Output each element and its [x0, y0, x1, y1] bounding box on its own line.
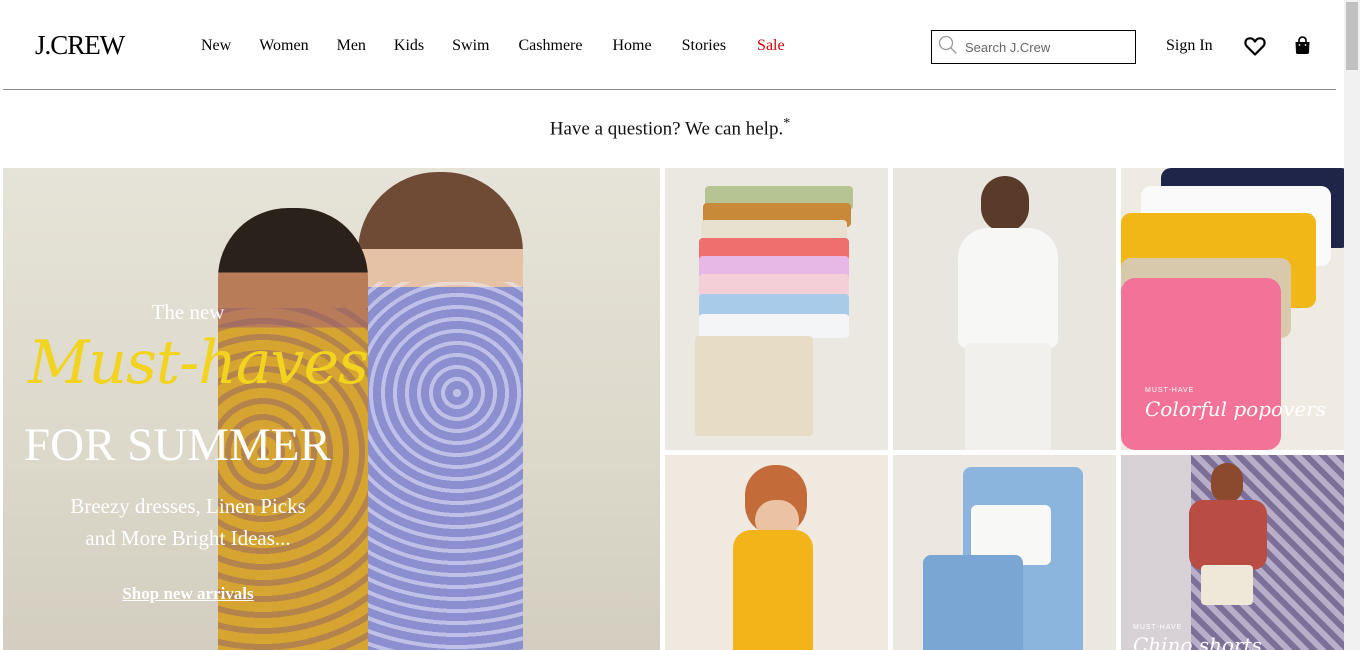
sign-in-link[interactable]: Sign In	[1166, 37, 1213, 55]
hero-subtitle-line2: and More Bright Ideas...	[85, 526, 291, 550]
shorts-white	[699, 314, 849, 338]
header-divider	[3, 89, 1336, 90]
tile-chino-shorts[interactable]: MUST-HAVE Chino shorts	[1121, 455, 1344, 650]
main-nav: New Women Men Kids Swim Cashmere Home St…	[201, 37, 785, 55]
help-text: Have a question? We can help.	[549, 118, 784, 140]
hero-subtitle: Breezy dresses, Linen Picks and More Bri…	[3, 490, 373, 554]
search-box[interactable]	[931, 30, 1136, 64]
chino-shorts-garment	[1201, 565, 1253, 605]
shorts-khaki	[695, 336, 813, 436]
nav-item-women[interactable]: Women	[259, 37, 308, 55]
model-head	[1211, 463, 1243, 503]
hero-model-blue-dress	[358, 172, 523, 650]
denim-folded	[923, 555, 1023, 650]
scrollbar-thumb[interactable]	[1346, 2, 1358, 70]
site-header: J.CREW New Women Men Kids Swim Cashmere …	[0, 0, 1344, 90]
white-trousers	[965, 343, 1051, 450]
hero-banner[interactable]: The new Must-haves FOR SUMMER Breezy dre…	[3, 168, 660, 650]
hero-kicker: The new	[151, 300, 225, 324]
chino-title: Chino shorts	[1133, 633, 1262, 650]
tile-denim[interactable]	[893, 455, 1116, 650]
pink-top	[1121, 278, 1281, 450]
bag-icon[interactable]	[1294, 36, 1311, 55]
nav-item-sale[interactable]: Sale	[757, 37, 785, 55]
logo[interactable]: J.CREW	[35, 30, 125, 61]
popovers-kicker: MUST-HAVE	[1145, 387, 1195, 394]
nav-item-new[interactable]: New	[201, 37, 231, 55]
popovers-title: Colorful popovers	[1145, 397, 1327, 421]
nav-item-stories[interactable]: Stories	[682, 37, 726, 55]
help-asterisk: *	[783, 116, 791, 131]
tile-shorts-stack[interactable]	[665, 168, 888, 450]
white-top-garment	[958, 228, 1058, 348]
nav-item-home[interactable]: Home	[612, 37, 651, 55]
search-input[interactable]	[965, 39, 1125, 55]
chino-kicker: MUST-HAVE	[1133, 624, 1183, 631]
tile-colorful-popovers[interactable]: MUST-HAVE Colorful popovers	[1121, 168, 1344, 450]
page-scrollbar[interactable]	[1344, 0, 1360, 650]
nav-item-swim[interactable]: Swim	[452, 37, 489, 55]
hero-title: FOR SUMMER	[24, 419, 331, 471]
tile-white-top[interactable]	[893, 168, 1116, 450]
search-icon	[938, 35, 958, 60]
yellow-dress-garment	[733, 530, 813, 650]
shop-new-arrivals-link[interactable]: Shop new arrivals	[3, 584, 373, 604]
nav-item-kids[interactable]: Kids	[394, 37, 424, 55]
hero-script-title: Must-haves	[28, 328, 369, 398]
nav-item-men[interactable]: Men	[337, 37, 366, 55]
nav-item-cashmere[interactable]: Cashmere	[519, 37, 583, 55]
help-banner[interactable]: Have a question? We can help.*	[0, 116, 1340, 140]
tile-yellow-dress[interactable]	[665, 455, 888, 650]
hero-subtitle-line1: Breezy dresses, Linen Picks	[70, 494, 306, 518]
model-head	[981, 176, 1029, 232]
hero-text: The new Must-haves FOR SUMMER Breezy dre…	[3, 168, 373, 650]
red-blouse	[1189, 500, 1267, 570]
heart-icon[interactable]	[1244, 36, 1266, 56]
